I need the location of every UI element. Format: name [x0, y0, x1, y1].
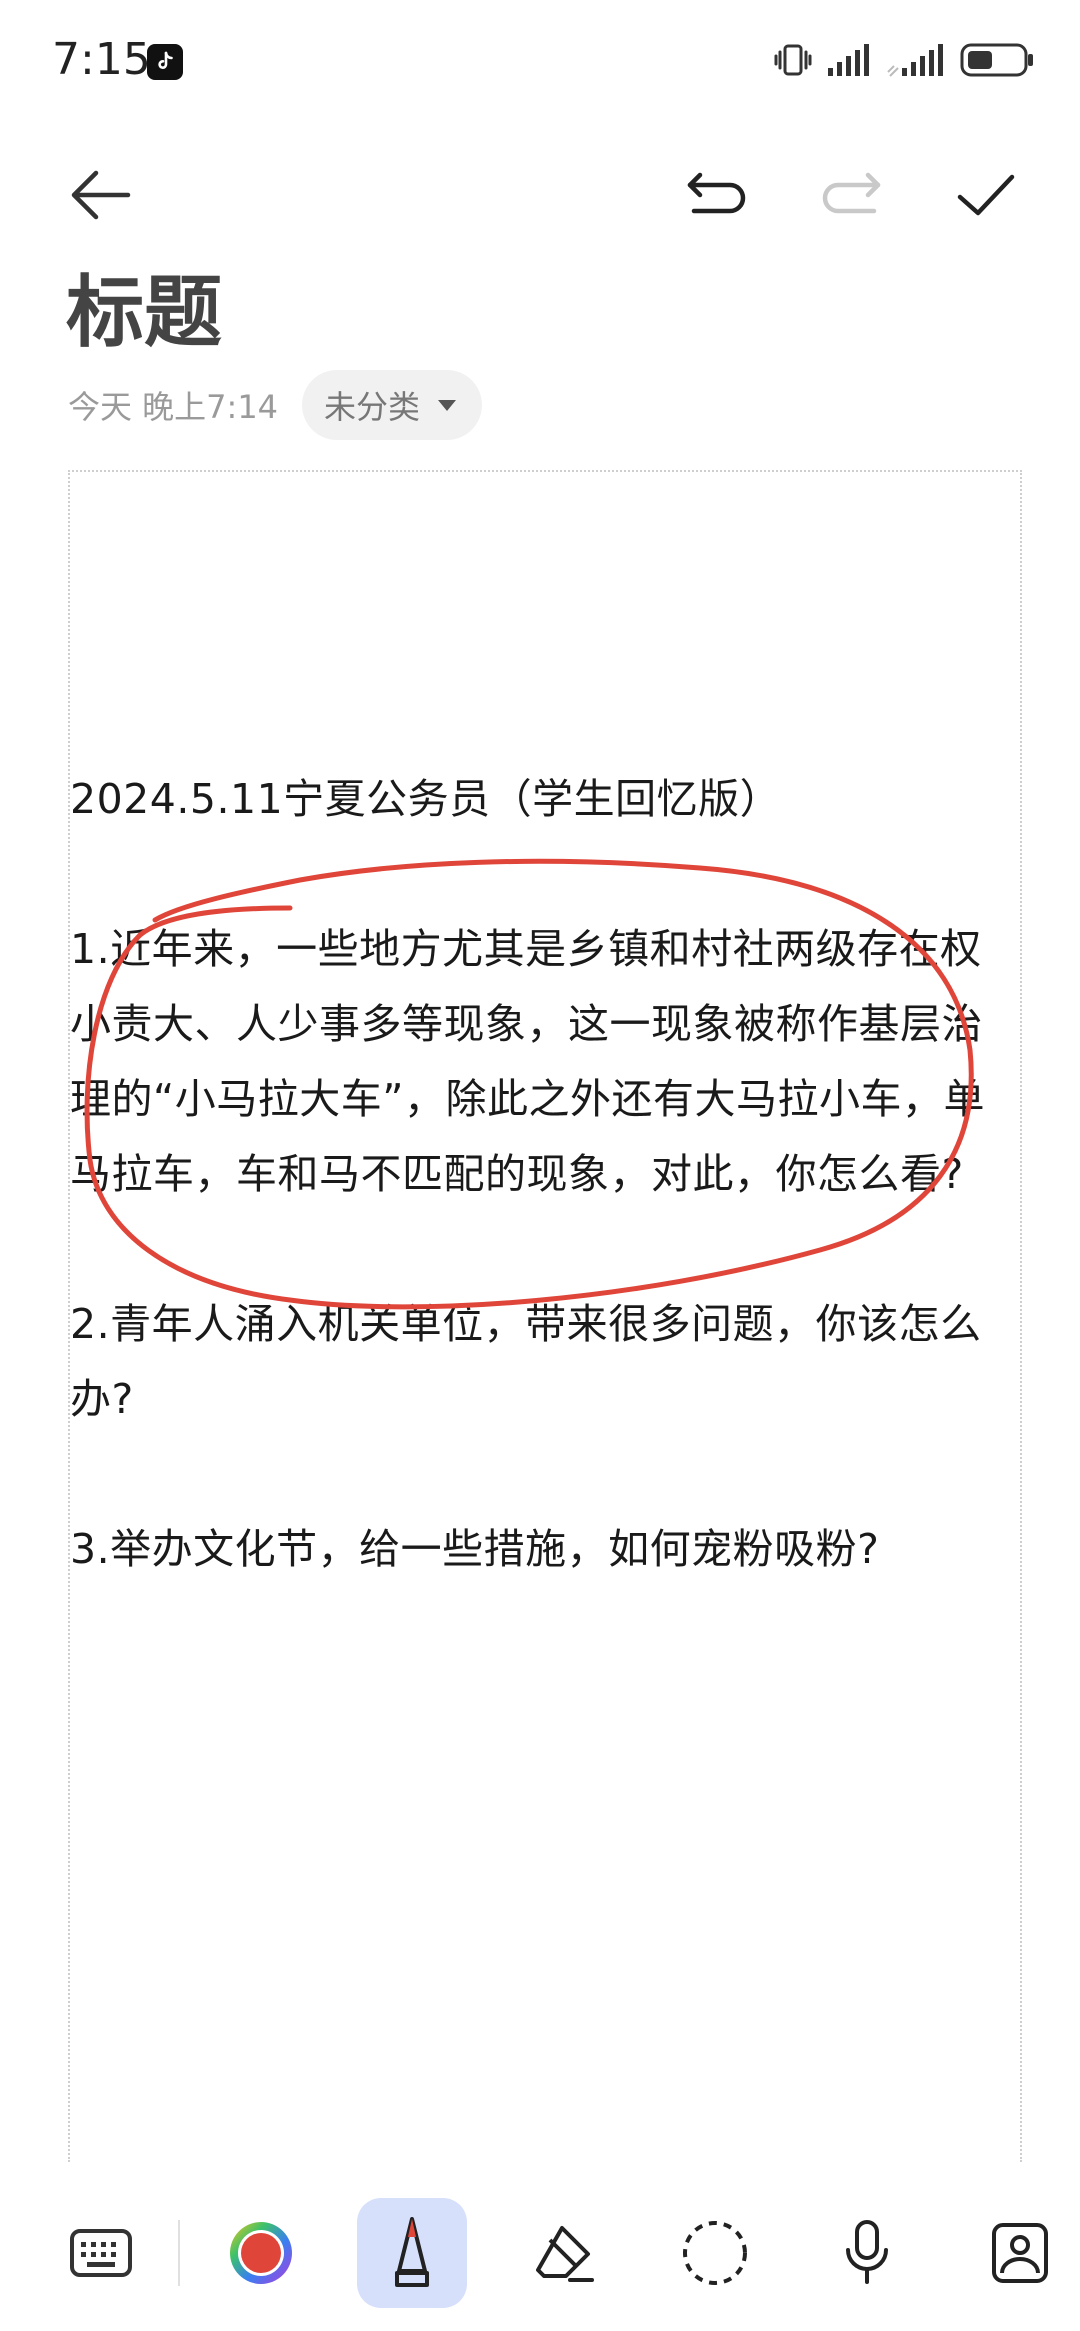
color-picker-button[interactable]: [206, 2198, 316, 2308]
pen-icon: [395, 2217, 429, 2287]
status-time: 7:15: [52, 34, 151, 85]
status-icons: [774, 40, 1036, 84]
category-label: 未分类: [324, 388, 421, 426]
back-button[interactable]: [55, 150, 145, 240]
done-button[interactable]: [941, 150, 1031, 240]
note-paragraph: 3.举办文化节，给一些措施，如何宠粉吸粉?: [70, 1525, 880, 1573]
color-picker-icon: [230, 2222, 292, 2284]
note-editor-screen: 7:15 标题 今天 晚上7:14 未分类 2024.5.11宁夏公务员（学生回…: [0, 0, 1080, 2331]
top-toolbar: [0, 150, 1080, 240]
insert-image-button[interactable]: [970, 2198, 1080, 2308]
signal-icon: [886, 42, 946, 82]
bottom-toolbar: [0, 2190, 1080, 2331]
note-date: 今天 晚上7:14: [68, 388, 279, 426]
arrow-left-icon: [71, 170, 131, 220]
battery-icon: [960, 41, 1036, 83]
keyboard-button[interactable]: [46, 2198, 156, 2308]
microphone-icon: [846, 2220, 888, 2284]
note-paragraph: 2.青年人涌入机关单位，带来很多问题，你该怎么办?: [70, 1300, 982, 1423]
redo-button[interactable]: [806, 150, 896, 240]
category-dropdown[interactable]: 未分类: [302, 370, 483, 440]
caret-down-icon: [438, 400, 457, 411]
eraser-button[interactable]: [510, 2198, 620, 2308]
note-content[interactable]: 2024.5.11宁夏公务员（学生回忆版） 1.近年来，一些地方尤其是乡镇和村社…: [70, 762, 1020, 1587]
keyboard-icon: [70, 2229, 132, 2277]
signal-icon: [826, 42, 872, 82]
image-icon: [992, 2223, 1048, 2283]
check-icon: [957, 174, 1015, 216]
note-title[interactable]: 标题: [66, 250, 222, 362]
vibrate-icon: [774, 42, 812, 82]
toolbar-divider: [178, 2220, 180, 2286]
undo-icon: [687, 172, 746, 214]
pen-tool-button[interactable]: [357, 2198, 467, 2308]
status-bar: 7:15: [0, 0, 1080, 120]
note-meta: 今天 晚上7:14 未分类: [68, 370, 483, 440]
voice-input-button[interactable]: [812, 2198, 922, 2308]
undo-button[interactable]: [672, 150, 762, 240]
redo-icon: [822, 172, 881, 214]
eraser-icon: [536, 2226, 594, 2282]
tiktok-icon: [147, 44, 183, 80]
lasso-icon: [683, 2221, 747, 2285]
note-paragraph: 2024.5.11宁夏公务员（学生回忆版）: [70, 775, 782, 823]
note-body[interactable]: 2024.5.11宁夏公务员（学生回忆版） 1.近年来，一些地方尤其是乡镇和村社…: [68, 470, 1022, 2162]
note-paragraph: 1.近年来，一些地方尤其是乡镇和村社两级存在权小责大、人少事多等现象，这一现象被…: [70, 925, 985, 1198]
lasso-button[interactable]: [660, 2198, 770, 2308]
